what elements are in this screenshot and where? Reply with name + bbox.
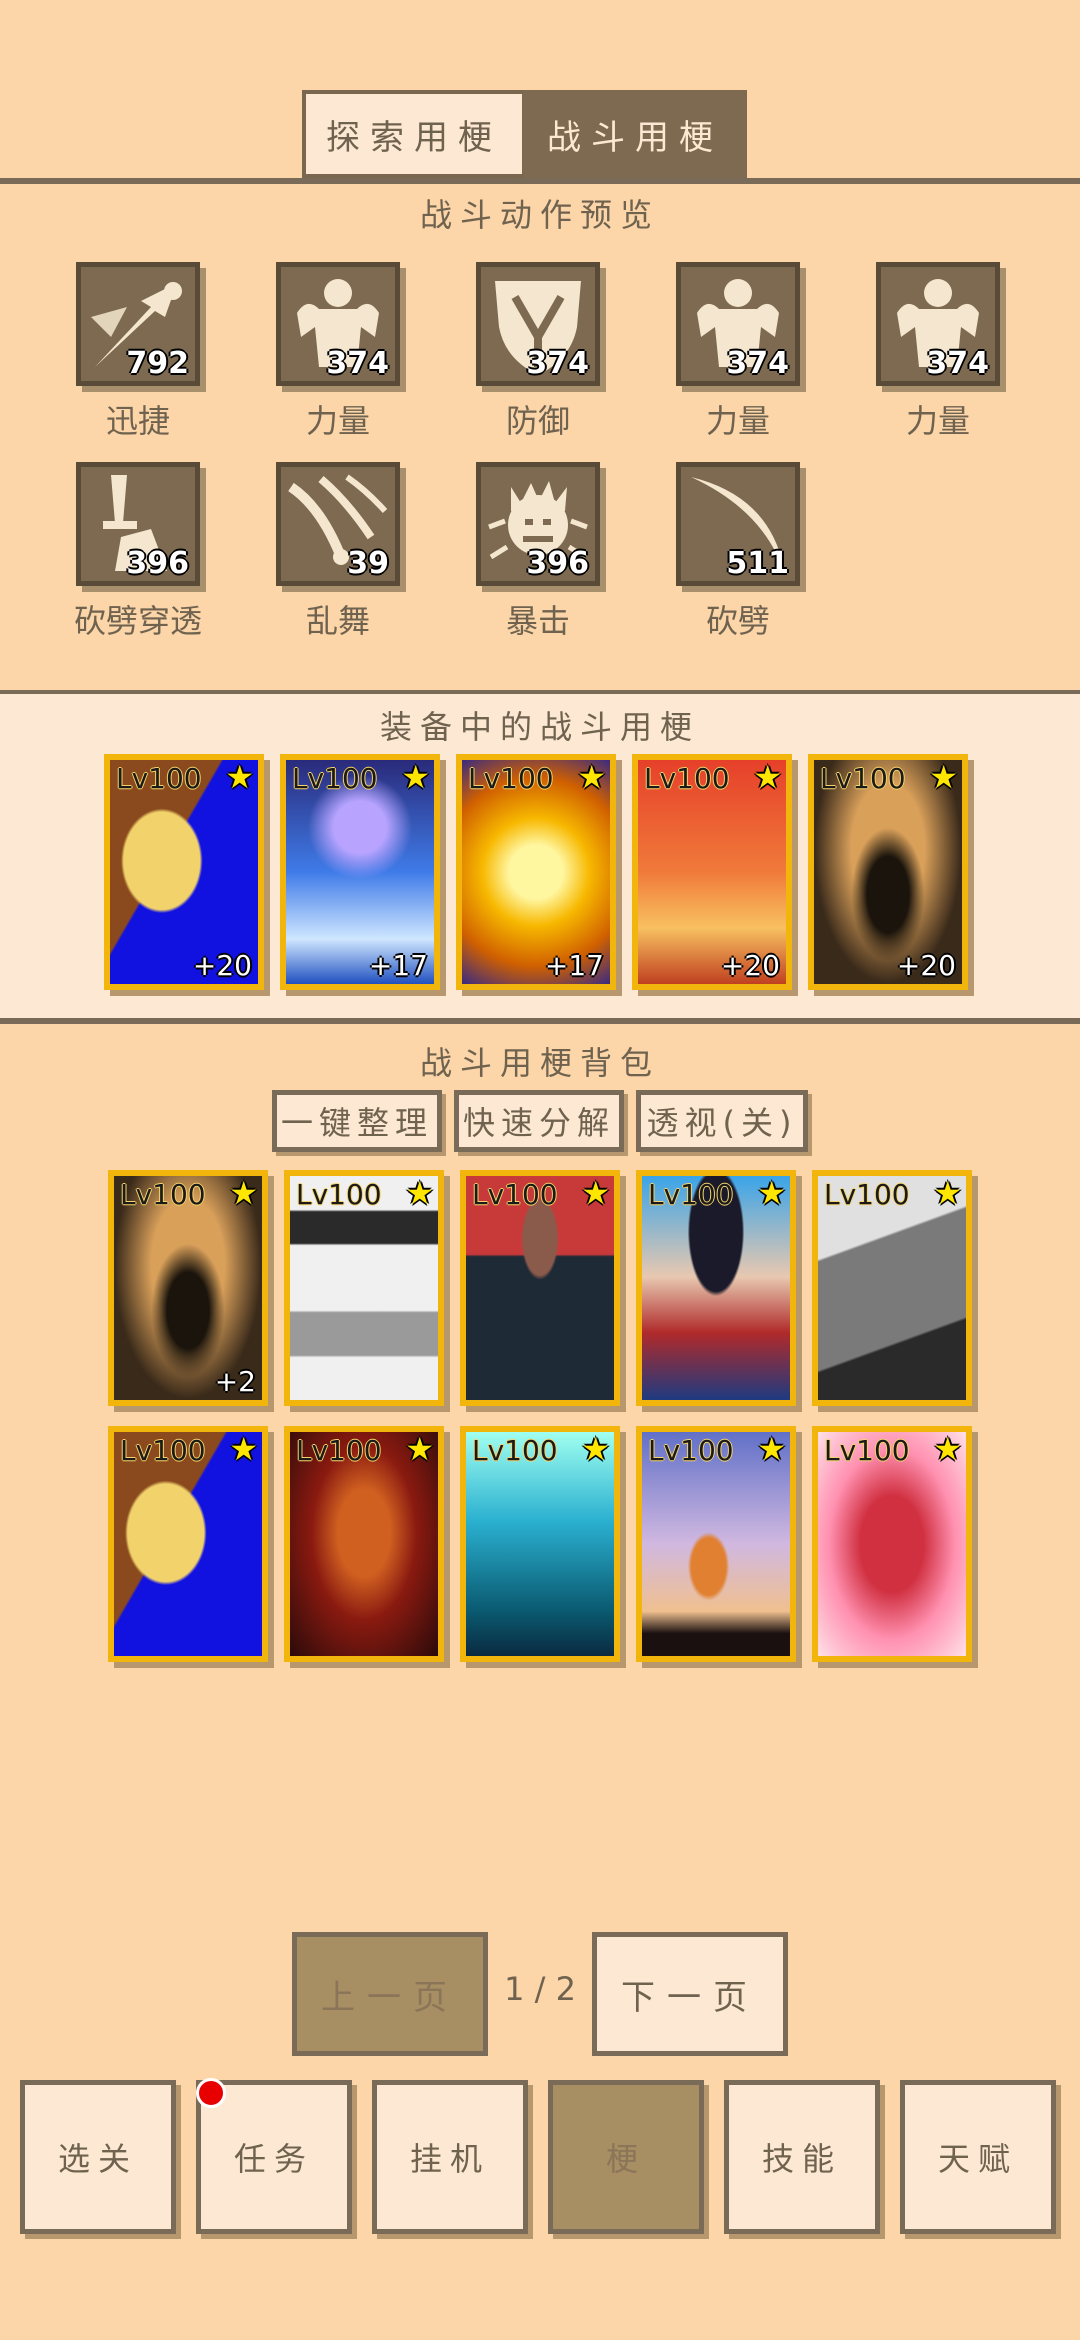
card-level: Lv100 xyxy=(292,762,378,795)
card-level: Lv100 xyxy=(296,1178,382,1211)
star-icon: ★ xyxy=(757,1430,786,1468)
meme-card[interactable]: Lv100 ★ xyxy=(636,1426,796,1662)
organize-button[interactable]: 一键整理 xyxy=(272,1090,442,1152)
action-label: 迅捷 xyxy=(105,402,170,440)
card-enhance-level: +20 xyxy=(896,949,956,982)
nav-memes[interactable]: 梗 xyxy=(548,2080,704,2234)
star-icon: ★ xyxy=(401,758,430,796)
nav-skills[interactable]: 技能 xyxy=(724,2080,880,2234)
backpack-title: 战斗用梗背包 xyxy=(419,1044,660,1082)
tab-battle[interactable]: 战斗用梗 xyxy=(523,90,747,178)
equipped-title: 装备中的战斗用梗 xyxy=(379,708,700,746)
star-icon: ★ xyxy=(753,758,782,796)
card-level: Lv100 xyxy=(296,1434,382,1467)
star-icon: ★ xyxy=(229,1430,258,1468)
action-label: 力量 xyxy=(305,402,370,440)
card-level: Lv100 xyxy=(648,1434,734,1467)
meme-card[interactable]: Lv100 ★ +17 xyxy=(456,754,616,990)
meme-card[interactable]: Lv100 ★ +20 xyxy=(632,754,792,990)
meme-card[interactable]: Lv100 ★ +20 xyxy=(104,754,264,990)
action-slot: 374 xyxy=(876,262,1000,386)
quick-decompose-button[interactable]: 快速分解 xyxy=(454,1090,624,1152)
star-icon: ★ xyxy=(929,758,958,796)
star-icon: ★ xyxy=(405,1430,434,1468)
card-level: Lv100 xyxy=(824,1178,910,1211)
card-level: Lv100 xyxy=(824,1434,910,1467)
action-label: 暴击 xyxy=(505,602,570,640)
card-enhance-level: +2 xyxy=(214,1365,256,1398)
meme-card[interactable]: Lv100 ★ xyxy=(108,1426,268,1662)
star-icon: ★ xyxy=(757,1174,786,1212)
action-value: 374 xyxy=(926,346,989,381)
card-level: Lv100 xyxy=(644,762,730,795)
action-slot: 374 xyxy=(276,262,400,386)
star-icon: ★ xyxy=(933,1174,962,1212)
action-label: 砍劈 xyxy=(705,602,770,640)
action-slot: 39 xyxy=(276,462,400,586)
meme-card[interactable]: Lv100 ★ xyxy=(812,1426,972,1662)
action-value: 374 xyxy=(526,346,589,381)
star-icon: ★ xyxy=(933,1430,962,1468)
card-level: Lv100 xyxy=(116,762,202,795)
divider xyxy=(0,1018,1080,1024)
action-value: 374 xyxy=(726,346,789,381)
meme-card[interactable]: Lv100 ★ xyxy=(284,1426,444,1662)
card-level: Lv100 xyxy=(120,1434,206,1467)
meme-card[interactable]: Lv100 ★ +17 xyxy=(280,754,440,990)
meme-card[interactable]: Lv100 ★ xyxy=(812,1170,972,1406)
star-icon: ★ xyxy=(405,1174,434,1212)
action-value: 792 xyxy=(126,346,189,381)
star-icon: ★ xyxy=(225,758,254,796)
preview-title: 战斗动作预览 xyxy=(419,196,660,234)
card-level: Lv100 xyxy=(820,762,906,795)
tab-explore[interactable]: 探索用梗 xyxy=(302,90,526,178)
card-level: Lv100 xyxy=(468,762,554,795)
next-page-button[interactable]: 下一页 xyxy=(592,1932,788,2056)
star-icon: ★ xyxy=(581,1430,610,1468)
prev-page-button[interactable]: 上一页 xyxy=(292,1932,488,2056)
nav-talents[interactable]: 天赋 xyxy=(900,2080,1056,2234)
divider xyxy=(0,178,1080,184)
star-icon: ★ xyxy=(581,1174,610,1212)
notification-dot xyxy=(196,2078,226,2108)
meme-card[interactable]: Lv100 ★ xyxy=(636,1170,796,1406)
meme-card[interactable]: Lv100 ★ +2 xyxy=(108,1170,268,1406)
meme-card[interactable]: Lv100 ★ +20 xyxy=(808,754,968,990)
action-slot: 396 xyxy=(76,462,200,586)
action-value: 396 xyxy=(526,546,589,581)
meme-card[interactable]: Lv100 ★ xyxy=(460,1170,620,1406)
action-slot: 374 xyxy=(476,262,600,386)
meme-card[interactable]: Lv100 ★ xyxy=(284,1170,444,1406)
card-enhance-level: +17 xyxy=(368,949,428,982)
action-value: 511 xyxy=(726,546,789,581)
star-icon: ★ xyxy=(229,1174,258,1212)
card-enhance-level: +20 xyxy=(720,949,780,982)
action-slot: 374 xyxy=(676,262,800,386)
action-label: 力量 xyxy=(705,402,770,440)
card-enhance-level: +20 xyxy=(192,949,252,982)
action-label: 乱舞 xyxy=(305,602,370,640)
action-label: 砍劈穿透 xyxy=(73,602,202,640)
action-slot: 396 xyxy=(476,462,600,586)
action-value: 374 xyxy=(326,346,389,381)
action-slot: 511 xyxy=(676,462,800,586)
nav-select-level[interactable]: 选关 xyxy=(20,2080,176,2234)
action-label: 防御 xyxy=(505,402,570,440)
card-level: Lv100 xyxy=(472,1178,558,1211)
card-level: Lv100 xyxy=(472,1434,558,1467)
action-label: 力量 xyxy=(905,402,970,440)
meme-card[interactable]: Lv100 ★ xyxy=(460,1426,620,1662)
star-icon: ★ xyxy=(577,758,606,796)
action-value: 39 xyxy=(347,546,389,581)
action-slot: 792 xyxy=(76,262,200,386)
card-level: Lv100 xyxy=(648,1178,734,1211)
card-level: Lv100 xyxy=(120,1178,206,1211)
nav-idle[interactable]: 挂机 xyxy=(372,2080,528,2234)
card-enhance-level: +17 xyxy=(544,949,604,982)
action-value: 396 xyxy=(126,546,189,581)
xray-toggle-button[interactable]: 透视(关) xyxy=(636,1090,808,1152)
page-indicator: 1 / 2 xyxy=(504,1970,576,2008)
